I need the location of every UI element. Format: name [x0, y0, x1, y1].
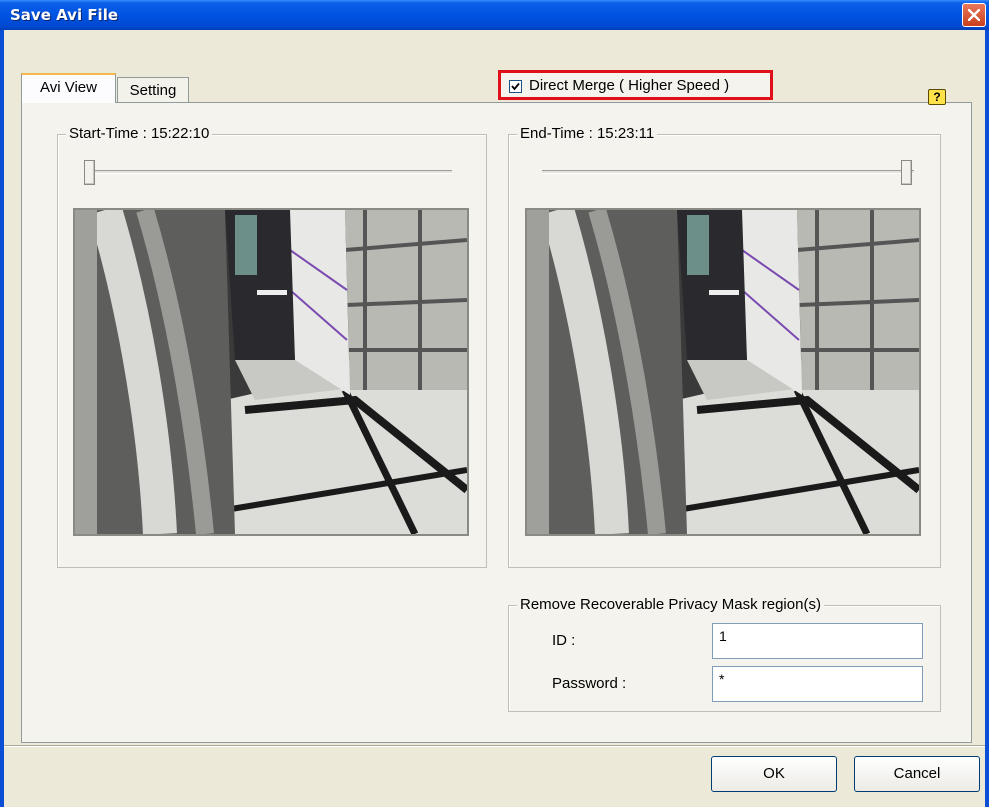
help-icon[interactable]: ? [928, 89, 946, 105]
privacy-mask-legend: Remove Recoverable Privacy Mask region(s… [517, 596, 824, 613]
cancel-button[interactable]: Cancel [854, 756, 980, 792]
tab-setting[interactable]: Setting [117, 77, 189, 103]
id-field[interactable]: 1 [712, 623, 923, 659]
checkmark-icon [511, 82, 520, 91]
direct-merge-checkbox-row[interactable]: Direct Merge ( Higher Speed ) [498, 70, 773, 100]
close-button[interactable] [962, 3, 986, 27]
start-frame-preview [73, 208, 469, 536]
end-frame-preview [525, 208, 921, 536]
direct-merge-label: Direct Merge ( Higher Speed ) [529, 77, 730, 94]
end-time-slider-thumb[interactable] [901, 160, 912, 185]
start-time-slider-track[interactable] [84, 170, 452, 174]
id-label: ID : [552, 632, 576, 649]
window-frame-left [0, 30, 4, 807]
ok-button[interactable]: OK [711, 756, 837, 792]
close-icon [968, 9, 980, 21]
bottom-separator [4, 745, 985, 747]
end-time-slider-track[interactable] [542, 170, 914, 174]
password-label: Password : [552, 675, 627, 692]
direct-merge-checkbox[interactable] [509, 80, 522, 93]
password-field[interactable]: * [712, 666, 923, 702]
start-time-label: Start-Time : 15:22:10 [66, 125, 213, 142]
title-bar: Save Avi File [0, 0, 989, 30]
window-title: Save Avi File [10, 6, 119, 24]
start-time-slider-thumb[interactable] [84, 160, 95, 185]
tab-avi-view[interactable]: Avi View [21, 73, 116, 103]
end-time-label: End-Time : 15:23:11 [517, 125, 658, 142]
window-frame-right [985, 30, 989, 807]
